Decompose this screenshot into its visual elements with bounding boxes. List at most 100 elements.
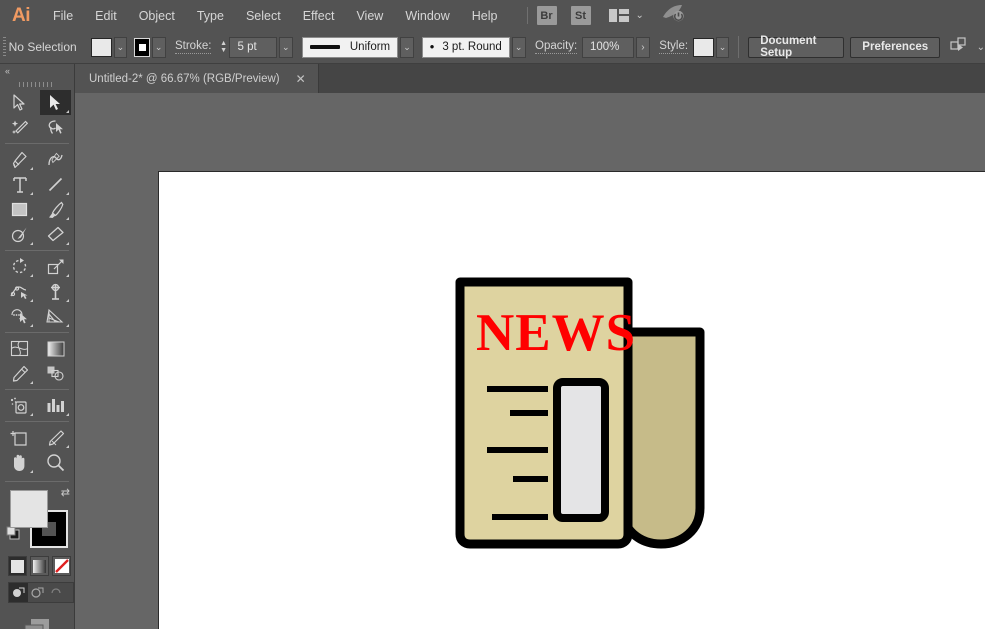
stock-button[interactable]: St: [571, 6, 591, 25]
opacity-label[interactable]: Opacity:: [535, 40, 577, 54]
preferences-button[interactable]: Preferences: [850, 37, 940, 58]
column-graph-tool[interactable]: [40, 393, 71, 418]
style-label[interactable]: Style:: [659, 40, 688, 54]
document-tab-title: Untitled-2* @ 66.67% (RGB/Preview): [89, 73, 280, 85]
fill-swatch-dropdown[interactable]: ⌄: [114, 37, 128, 58]
tools-divider: [5, 481, 69, 482]
opacity-options-button[interactable]: ›: [636, 37, 650, 58]
eraser-tool[interactable]: [40, 222, 71, 247]
paintbrush-tool[interactable]: [40, 197, 71, 222]
stroke-weight-dropdown[interactable]: ⌄: [279, 37, 293, 58]
menu-edit[interactable]: Edit: [84, 0, 128, 31]
stroke-swatch-dropdown[interactable]: ⌄: [152, 37, 166, 58]
perspective-grid-tool[interactable]: [40, 304, 71, 329]
none-button[interactable]: [52, 556, 71, 576]
toolbar-fill-swatch[interactable]: [10, 490, 48, 528]
graphic-style-swatch[interactable]: [693, 38, 714, 57]
brush-definition-select[interactable]: • 3 pt. Round: [422, 37, 510, 58]
menu-window[interactable]: Window: [394, 0, 460, 31]
tools-panel-grip[interactable]: [0, 78, 74, 90]
slice-tool[interactable]: [40, 425, 71, 450]
color-mode-buttons: [8, 556, 74, 576]
document-setup-button[interactable]: Document Setup: [748, 37, 844, 58]
go-to-live-icon[interactable]: [662, 4, 685, 28]
collapse-panel-button[interactable]: «: [0, 64, 74, 78]
selection-tool[interactable]: [4, 90, 35, 115]
arrange-chevron-down-icon[interactable]: ⌄: [977, 42, 985, 53]
shape-builder-tool[interactable]: [4, 304, 35, 329]
rotate-tool[interactable]: [4, 254, 35, 279]
tool-flyout-indicator: [30, 324, 33, 327]
draw-normal-button[interactable]: [9, 583, 28, 602]
canvas-area[interactable]: NEWS: [75, 93, 985, 629]
stroke-color-swatch[interactable]: [134, 38, 149, 57]
selection-status: No Selection: [9, 40, 77, 54]
workspace-switcher[interactable]: ⌄: [609, 9, 644, 22]
color-button[interactable]: [8, 556, 27, 576]
tool-flyout-indicator: [66, 445, 69, 448]
stroke-label[interactable]: Stroke:: [175, 40, 211, 54]
menu-object[interactable]: Object: [128, 0, 186, 31]
menu-effect[interactable]: Effect: [292, 0, 346, 31]
draw-behind-button[interactable]: [28, 583, 47, 602]
menu-help[interactable]: Help: [461, 0, 509, 31]
stroke-weight-stepper[interactable]: ▲▼: [218, 37, 230, 58]
change-screen-mode-icon[interactable]: [0, 617, 74, 629]
magic-wand-tool[interactable]: [4, 115, 35, 140]
blend-tool[interactable]: [40, 361, 71, 386]
lasso-tool[interactable]: [40, 115, 71, 140]
artboard-tool[interactable]: [4, 425, 35, 450]
document-tab[interactable]: Untitled-2* @ 66.67% (RGB/Preview) ✕: [75, 64, 319, 93]
tool-flyout-indicator: [66, 324, 69, 327]
bridge-button[interactable]: Br: [537, 6, 557, 25]
rectangle-tool[interactable]: [4, 197, 35, 222]
tool-flyout-indicator: [66, 217, 69, 220]
control-bar-divider: [738, 36, 739, 58]
draw-inside-button[interactable]: [47, 583, 66, 602]
scale-tool[interactable]: [40, 254, 71, 279]
tool-flyout-indicator: [30, 217, 33, 220]
stroke-profile-dropdown[interactable]: ⌄: [400, 37, 414, 58]
menu-file[interactable]: File: [42, 0, 84, 31]
control-bar-grip[interactable]: [0, 31, 9, 64]
newspaper-illustration[interactable]: NEWS: [454, 272, 714, 557]
menu-select[interactable]: Select: [235, 0, 292, 31]
artboard[interactable]: NEWS: [158, 171, 985, 629]
symbol-sprayer-tool[interactable]: [4, 393, 35, 418]
document-tab-bar: Untitled-2* @ 66.67% (RGB/Preview) ✕: [75, 64, 985, 93]
pen-tool[interactable]: [4, 147, 35, 172]
width-tool[interactable]: [4, 279, 35, 304]
photo-box: [557, 382, 605, 518]
default-fill-stroke-icon[interactable]: [6, 526, 21, 541]
tool-flyout-indicator: [30, 167, 33, 170]
menu-view[interactable]: View: [345, 0, 394, 31]
brush-definition-dropdown[interactable]: ⌄: [512, 37, 526, 58]
eyedropper-tool[interactable]: [4, 361, 35, 386]
line-segment-tool[interactable]: [40, 172, 71, 197]
menu-type[interactable]: Type: [186, 0, 235, 31]
zoom-tool[interactable]: [40, 450, 71, 475]
curvature-tool[interactable]: [40, 147, 71, 172]
type-tool[interactable]: [4, 172, 35, 197]
tools-divider: [5, 421, 69, 422]
stroke-weight-input[interactable]: 5 pt: [229, 37, 276, 58]
fill-color-swatch[interactable]: [91, 38, 112, 57]
shaper-tool[interactable]: [4, 222, 35, 247]
hand-tool[interactable]: [4, 450, 35, 475]
stroke-profile-select[interactable]: Uniform: [302, 37, 398, 58]
gradient-tool[interactable]: [40, 336, 71, 361]
tool-flyout-indicator: [66, 413, 69, 416]
direct-selection-tool[interactable]: [40, 90, 71, 115]
tools-panel: «: [0, 64, 75, 629]
workspace-switcher-icon: [609, 9, 629, 22]
tools-divider: [5, 389, 69, 390]
swap-fill-stroke-icon[interactable]: ⇄: [61, 486, 70, 499]
arrange-documents-icon[interactable]: [950, 37, 970, 58]
opacity-input[interactable]: 100%: [582, 37, 634, 58]
free-transform-tool[interactable]: [40, 279, 71, 304]
tool-flyout-indicator: [66, 192, 69, 195]
gradient-button[interactable]: [30, 556, 49, 576]
close-icon[interactable]: ✕: [296, 73, 306, 85]
graphic-style-dropdown[interactable]: ⌄: [716, 37, 730, 58]
mesh-tool[interactable]: [4, 336, 35, 361]
